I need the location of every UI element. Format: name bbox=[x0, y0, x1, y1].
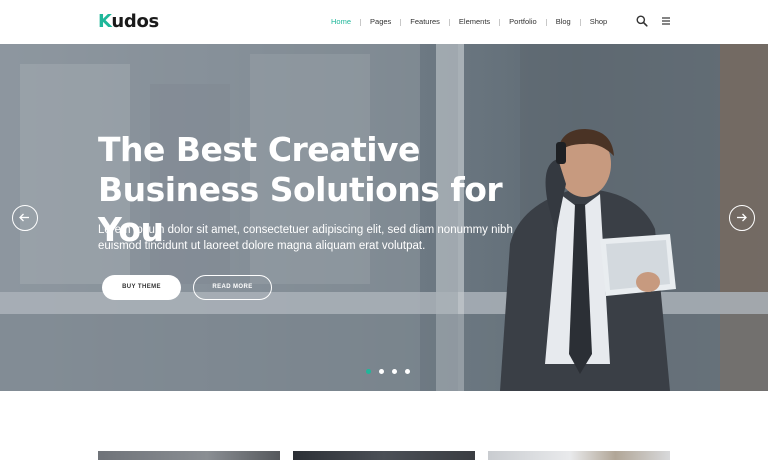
hero-slider: The Best Creative Business Solutions for… bbox=[0, 44, 768, 391]
card-thumbnail[interactable] bbox=[488, 451, 670, 460]
nav-item-home[interactable]: Home bbox=[322, 14, 360, 30]
logo-initial: K bbox=[98, 11, 112, 32]
card-thumbnail[interactable] bbox=[293, 451, 475, 460]
hero-title-line: The Best Creative bbox=[98, 130, 420, 169]
slider-pagination bbox=[366, 369, 410, 374]
card-thumbnail[interactable] bbox=[98, 451, 280, 460]
nav-item-portfolio[interactable]: Portfolio bbox=[500, 14, 546, 30]
hamburger-menu-icon[interactable] bbox=[659, 14, 673, 28]
slider-dot[interactable] bbox=[392, 369, 397, 374]
nav-item-features[interactable]: Features bbox=[401, 14, 449, 30]
main-nav: Home Pages Features Elements Portfolio B… bbox=[322, 14, 616, 30]
slider-dot[interactable] bbox=[366, 369, 371, 374]
search-icon[interactable] bbox=[635, 14, 649, 28]
arrow-left-icon[interactable] bbox=[12, 205, 38, 231]
nav-item-shop[interactable]: Shop bbox=[581, 14, 617, 30]
logo[interactable]: Kudos bbox=[98, 11, 159, 32]
nav-item-pages[interactable]: Pages bbox=[361, 14, 400, 30]
hero-subtitle-line: Lorem ipsum dolor sit amet, consectetuer… bbox=[98, 224, 513, 236]
site-header: Kudos Home Pages Features Elements Portf… bbox=[0, 0, 768, 44]
nav-item-blog[interactable]: Blog bbox=[547, 14, 580, 30]
slider-dot[interactable] bbox=[405, 369, 410, 374]
logo-rest: udos bbox=[111, 11, 159, 32]
nav-item-elements[interactable]: Elements bbox=[450, 14, 499, 30]
arrow-right-icon[interactable] bbox=[729, 205, 755, 231]
slider-dot[interactable] bbox=[379, 369, 384, 374]
buy-theme-button[interactable]: BUY THEME bbox=[102, 275, 181, 300]
read-more-button[interactable]: READ MORE bbox=[193, 275, 272, 300]
hero-subtitle: Lorem ipsum dolor sit amet, consectetuer… bbox=[98, 222, 518, 254]
hero-subtitle-line: euismod tincidunt ut laoreet dolore magn… bbox=[98, 240, 426, 252]
